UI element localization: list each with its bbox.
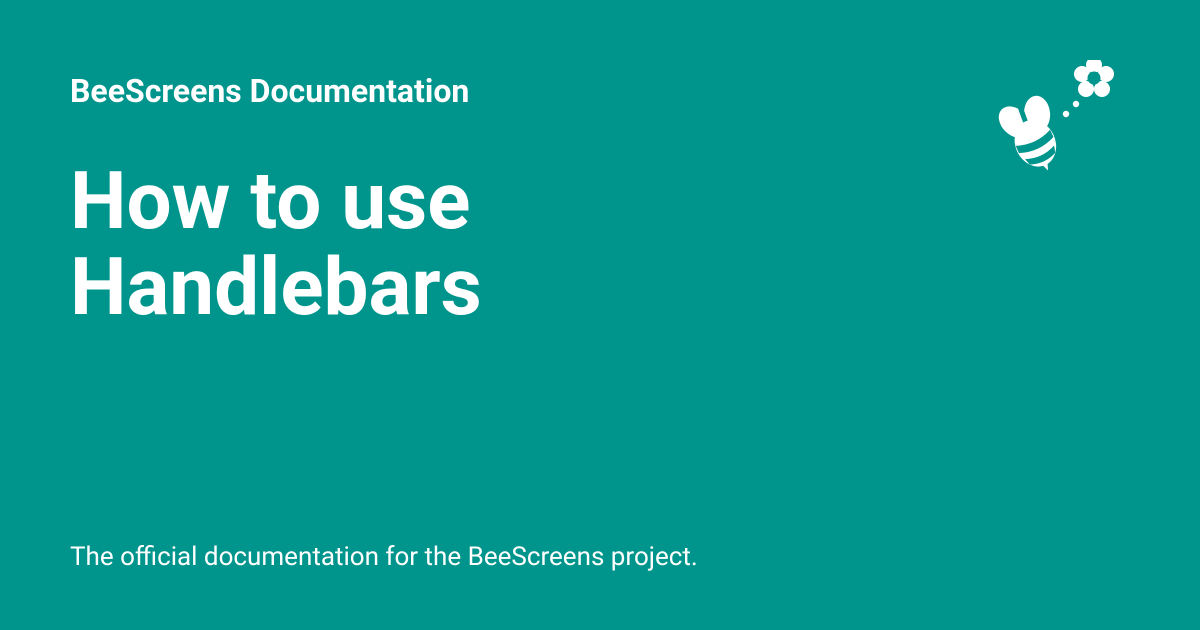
bee-flower-icon [990, 60, 1130, 180]
tagline: The official documentation for the BeeSc… [70, 542, 698, 572]
page-title: How to use Handlebars [70, 158, 770, 331]
site-title: BeeScreens Documentation [70, 72, 1130, 110]
